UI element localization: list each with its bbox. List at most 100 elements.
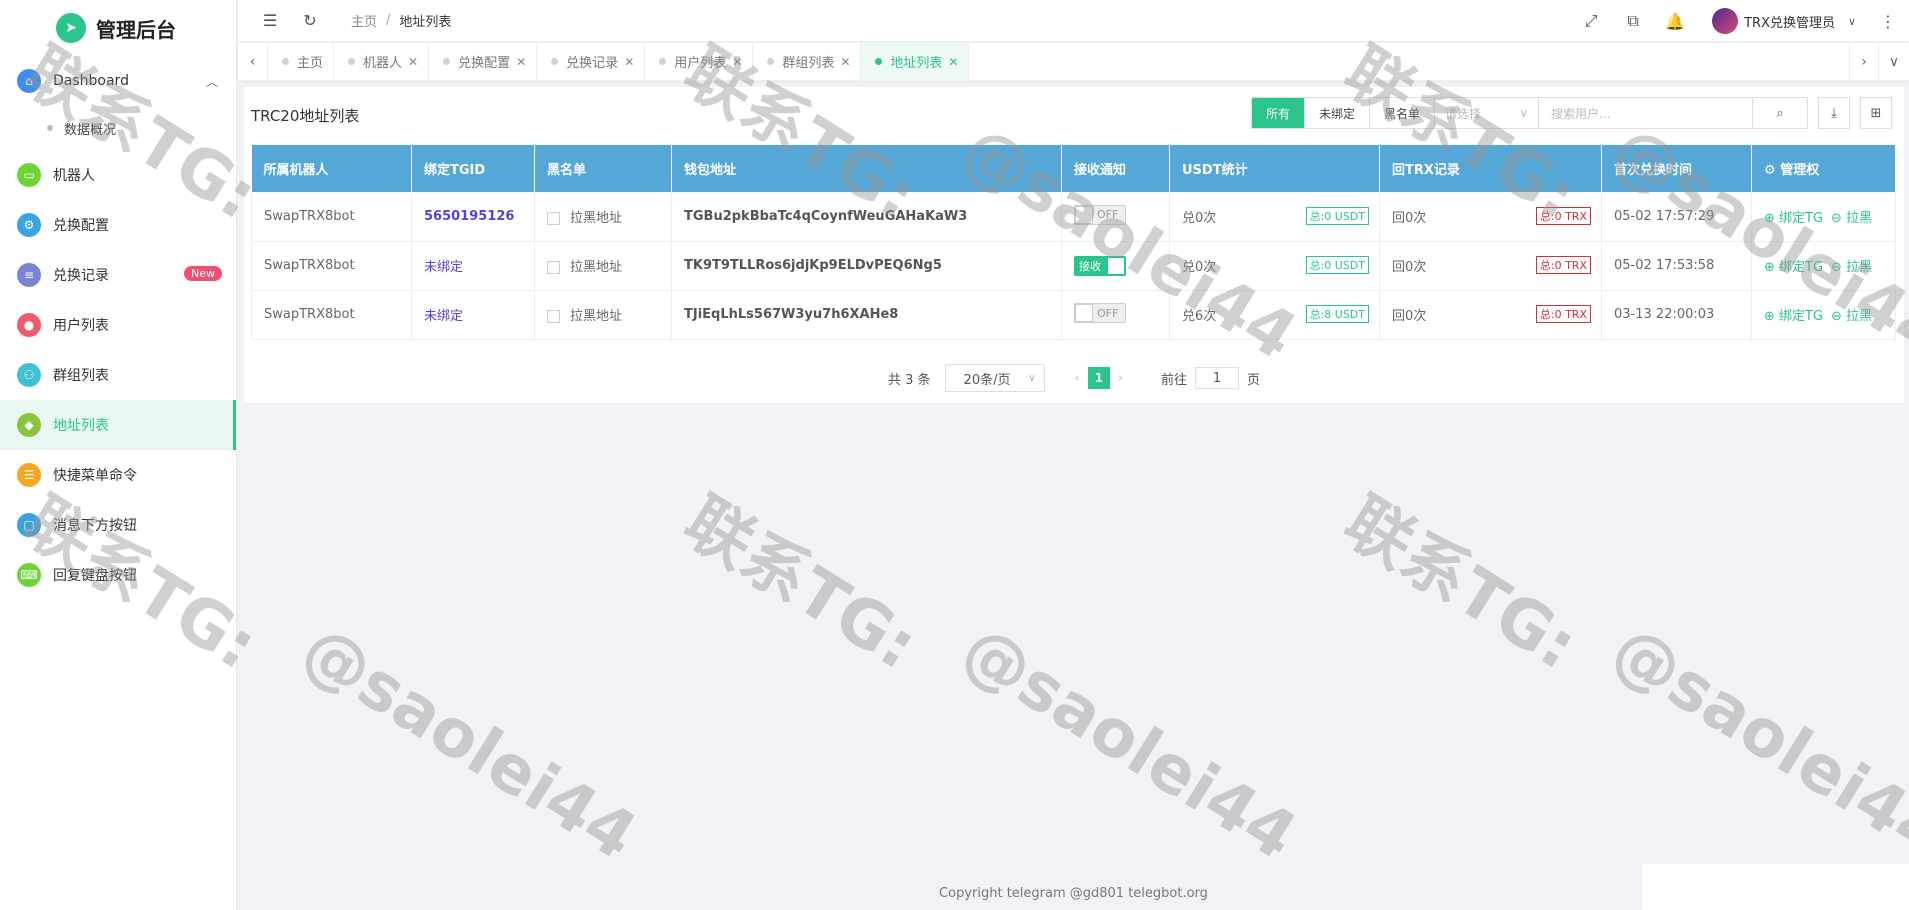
blacklist-checkbox[interactable] bbox=[547, 211, 560, 225]
filter-unbound-button[interactable]: 未绑定 bbox=[1305, 98, 1370, 128]
notify-switch[interactable]: 接收 bbox=[1074, 255, 1126, 276]
chevron-down-icon[interactable]: ∨ bbox=[1841, 10, 1863, 32]
blacklist-checkbox[interactable] bbox=[547, 310, 560, 323]
tab-users[interactable]: 用户列表 ✕ bbox=[645, 42, 754, 81]
tab-label: 兑换记录 bbox=[566, 56, 619, 71]
goto-page-input[interactable]: 1 bbox=[1194, 367, 1239, 389]
usdt-total-tag: 总:8 USDT bbox=[1305, 305, 1369, 323]
tab-dot bbox=[551, 58, 559, 65]
tab-groups[interactable]: 群组列表 ✕ bbox=[753, 42, 862, 81]
prev-page-icon[interactable]: ‹ bbox=[1075, 371, 1080, 386]
sidebar-item-label: 快捷菜单命令 bbox=[53, 468, 137, 484]
blacklist-cell: 拉黑地址 bbox=[534, 290, 672, 340]
close-icon[interactable]: ✕ bbox=[516, 55, 526, 69]
tab-exchange-records[interactable]: 兑换记录 ✕ bbox=[537, 42, 646, 81]
refresh-icon[interactable]: ↻ bbox=[299, 10, 321, 32]
user-name[interactable]: TRX兑换管理员 bbox=[1744, 12, 1835, 31]
sidebar-item-users[interactable]: ● 用户列表 bbox=[0, 300, 236, 350]
toolbar: 所有 未绑定 黑名单 请选择 ∨ 搜索用户... ⌕ ⤓ ⊞ bbox=[1250, 97, 1892, 129]
bind-tg-link[interactable]: ⊕ 绑定TG bbox=[1764, 309, 1823, 324]
breadcrumb-current: 地址列表 bbox=[399, 15, 452, 30]
time-cell: 03-13 22:00:03 bbox=[1601, 290, 1752, 340]
notify-cell: OFF bbox=[1061, 192, 1170, 242]
avatar[interactable] bbox=[1712, 8, 1739, 34]
search-placeholder: 搜索用户... bbox=[1551, 106, 1611, 121]
col-tgid: 绑定TGID bbox=[411, 145, 535, 192]
close-icon[interactable]: ✕ bbox=[732, 55, 742, 69]
breadcrumb: 主页 / 地址列表 bbox=[351, 11, 451, 30]
tab-robots[interactable]: 机器人 ✕ bbox=[334, 42, 430, 81]
tgid-cell[interactable]: 未绑定 bbox=[411, 290, 535, 340]
trx-total-tag: 总:0 TRX bbox=[1535, 305, 1591, 323]
tab-addresses[interactable]: 地址列表 ✕ bbox=[861, 42, 970, 81]
close-icon[interactable]: ✕ bbox=[624, 55, 634, 69]
search-input[interactable]: 搜索用户... bbox=[1538, 97, 1753, 129]
tabs-bar: ‹ 主页 机器人 ✕ 兑换配置 ✕ 兑换记录 ✕ 用户列表 ✕ 群组列表 ✕ 地址列表 ✕ … bbox=[238, 42, 1909, 81]
export-button[interactable]: ⊞ bbox=[1860, 97, 1892, 129]
tgid-cell[interactable]: 未绑定 bbox=[411, 241, 535, 291]
page-size-select[interactable]: 20条/页 ∨ bbox=[944, 364, 1045, 392]
block-link[interactable]: ⊖ 拉黑 bbox=[1831, 211, 1872, 226]
search-button[interactable]: ⌕ bbox=[1752, 97, 1808, 129]
manage-cell: ⊕ 绑定TG ⊖ 拉黑 bbox=[1751, 192, 1896, 242]
filter-blacklist-button[interactable]: 黑名单 bbox=[1370, 98, 1434, 128]
sidebar-item-exchange-config[interactable]: ⚙ 兑换配置 bbox=[0, 200, 236, 250]
tabs-prev-icon[interactable]: ‹ bbox=[238, 42, 268, 81]
tabs-next-icon[interactable]: › bbox=[1849, 42, 1879, 81]
export-icon: ⊞ bbox=[1870, 105, 1882, 121]
sidebar-item-shortcut-commands[interactable]: ☰ 快捷菜单命令 bbox=[0, 450, 236, 500]
table-row: SwapTRX8bot 5650195126 拉黑地址 TGBu2pkBbaTc… bbox=[251, 192, 1896, 242]
download-button[interactable]: ⤓ bbox=[1818, 97, 1850, 129]
manage-cell: ⊕ 绑定TG ⊖ 拉黑 bbox=[1751, 241, 1896, 291]
bind-tg-label: 绑定TG bbox=[1779, 309, 1824, 324]
tab-exchange-config[interactable]: 兑换配置 ✕ bbox=[429, 42, 538, 81]
tab-dot bbox=[443, 58, 451, 65]
bind-tg-link[interactable]: ⊕ 绑定TG bbox=[1764, 211, 1823, 226]
tab-label: 机器人 bbox=[363, 56, 403, 71]
close-icon[interactable]: ✕ bbox=[840, 55, 850, 69]
tabs-menu-icon[interactable]: ∨ bbox=[1879, 43, 1909, 81]
tab-home[interactable]: 主页 bbox=[268, 42, 335, 81]
block-link[interactable]: ⊖ 拉黑 bbox=[1831, 260, 1872, 275]
monitor-icon: ▭ bbox=[17, 163, 41, 187]
sidebar-item-data-overview[interactable]: 数据概况 bbox=[0, 106, 236, 150]
tab-label: 地址列表 bbox=[890, 56, 943, 71]
sidebar-item-dashboard[interactable]: ⌂ Dashboard ︿ bbox=[0, 56, 236, 106]
filter-select[interactable]: 请选择 ∨ bbox=[1434, 97, 1539, 129]
app-logo[interactable]: ➤ 管理后台 bbox=[0, 0, 236, 56]
translate-icon[interactable]: ⧉ bbox=[1622, 10, 1644, 32]
notify-switch[interactable]: OFF bbox=[1074, 204, 1126, 225]
breadcrumb-home[interactable]: 主页 bbox=[351, 11, 377, 30]
close-icon[interactable]: ✕ bbox=[408, 55, 418, 69]
sidebar-item-message-buttons[interactable]: ▢ 消息下方按钮 bbox=[0, 500, 236, 550]
close-icon[interactable]: ✕ bbox=[948, 55, 958, 69]
sidebar-item-groups[interactable]: ⚇ 群组列表 bbox=[0, 350, 236, 400]
sidebar-item-label: Dashboard bbox=[53, 73, 129, 89]
user-icon: ● bbox=[17, 313, 41, 337]
usdt-count: 兑6次 bbox=[1182, 309, 1217, 324]
notify-switch[interactable]: OFF bbox=[1074, 303, 1126, 323]
bell-icon[interactable]: 🔔 bbox=[1664, 10, 1686, 32]
blacklist-checkbox[interactable] bbox=[547, 261, 560, 274]
address-cell: TJiEqLhLs567W3yu7h6XAHe8 bbox=[671, 290, 1062, 340]
filter-all-button[interactable]: 所有 bbox=[1251, 98, 1305, 128]
usdt-total-tag: 总:0 USDT bbox=[1305, 206, 1369, 225]
more-vertical-icon[interactable]: ⋮ bbox=[1877, 10, 1899, 32]
next-page-icon[interactable]: › bbox=[1118, 371, 1123, 386]
sidebar-item-addresses[interactable]: ◆ 地址列表 bbox=[0, 400, 236, 450]
block-link[interactable]: ⊖ 拉黑 bbox=[1831, 309, 1872, 324]
page-number[interactable]: 1 bbox=[1087, 367, 1110, 389]
sidebar: ➤ 管理后台 ⌂ Dashboard ︿ 数据概况 ▭ 机器人 ⚙ 兑换配置 ≡… bbox=[0, 0, 237, 910]
bind-tg-link[interactable]: ⊕ 绑定TG bbox=[1764, 260, 1823, 275]
sidebar-item-label: 数据概况 bbox=[64, 122, 117, 138]
address-cell: TGBu2pkBbaTc4qCoynfWeuGAHaKaW3 bbox=[671, 192, 1062, 242]
menu-fold-icon[interactable]: ☰ bbox=[259, 10, 281, 32]
sidebar-item-robots[interactable]: ▭ 机器人 bbox=[0, 150, 236, 200]
sidebar-item-reply-keyboard[interactable]: ⌨ 回复键盘按钮 bbox=[0, 550, 236, 600]
tgid-cell[interactable]: 5650195126 bbox=[411, 192, 535, 242]
sidebar-item-label: 地址列表 bbox=[53, 418, 109, 434]
bind-tg-label: 绑定TG bbox=[1779, 210, 1824, 226]
fullscreen-icon[interactable]: ⤢ bbox=[1580, 10, 1602, 32]
trx-total-tag: 总:0 TRX bbox=[1535, 206, 1591, 225]
sidebar-item-exchange-records[interactable]: ≡ 兑换记录 New bbox=[0, 250, 236, 300]
